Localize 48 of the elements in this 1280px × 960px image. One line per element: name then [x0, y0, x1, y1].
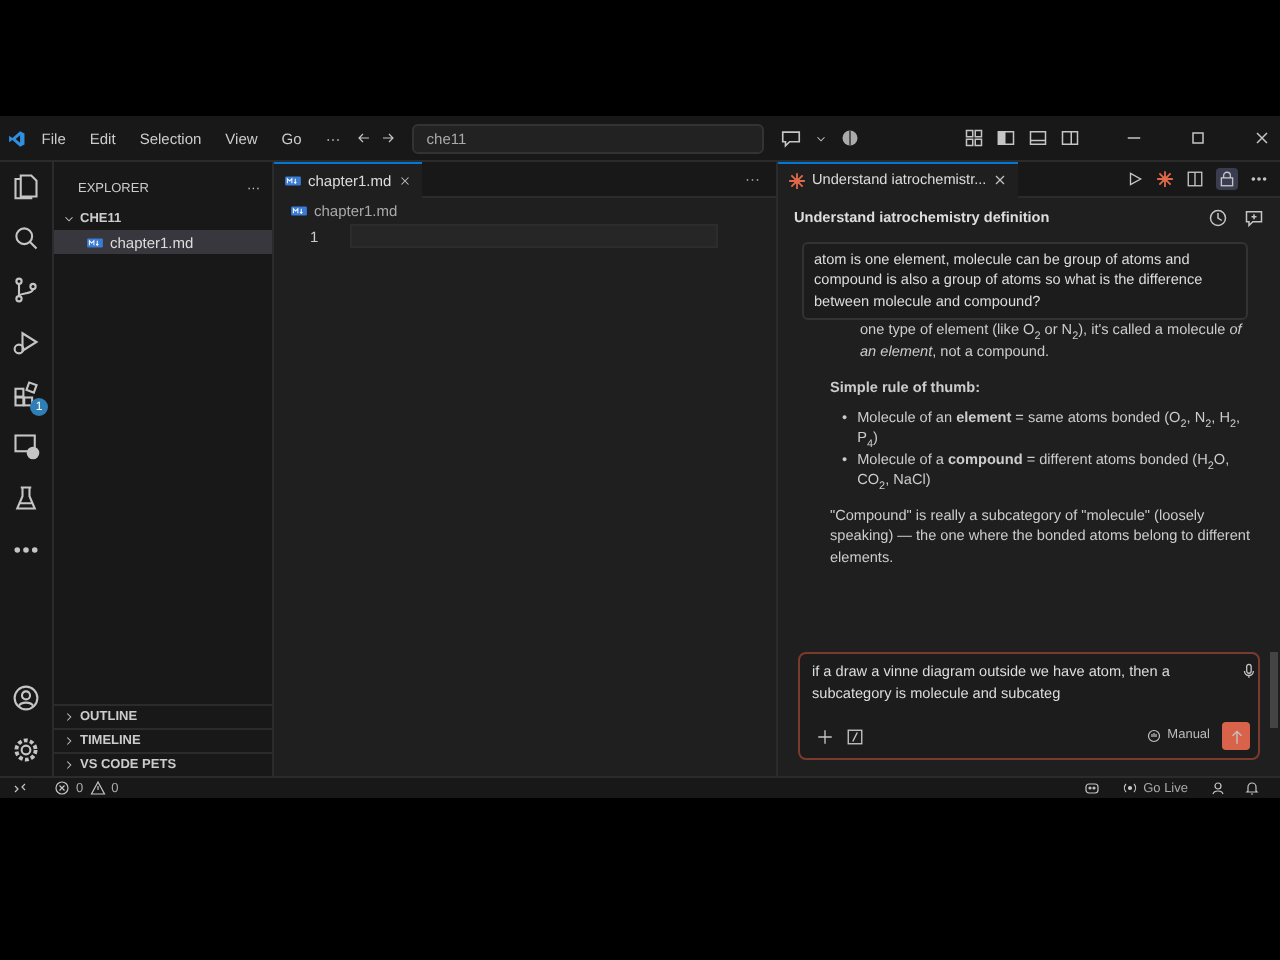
- run-debug-icon[interactable]: [12, 328, 40, 356]
- files-icon[interactable]: [12, 172, 40, 200]
- slash-command-icon[interactable]: [846, 727, 864, 745]
- bell-icon[interactable]: [1244, 780, 1260, 796]
- source-control-icon[interactable]: [12, 276, 40, 304]
- up-arrow-icon: [1227, 727, 1245, 745]
- starburst-icon: [788, 171, 806, 189]
- chevron-icon[interactable]: [62, 734, 76, 748]
- caret-icon[interactable]: [814, 131, 828, 145]
- vscode-logo-icon: [8, 127, 26, 149]
- new-chat-icon[interactable]: [1244, 208, 1264, 229]
- chevron-icon[interactable]: [62, 710, 76, 724]
- markdown-icon: [86, 233, 104, 251]
- remote-explorer-icon[interactable]: [12, 432, 40, 460]
- chat-bubble-icon[interactable]: [780, 127, 802, 149]
- secondary-sidebar-icon[interactable]: [1060, 128, 1080, 148]
- layout-icon[interactable]: [964, 128, 984, 148]
- account-icon[interactable]: [12, 684, 40, 712]
- search-icon[interactable]: [12, 224, 40, 252]
- forward-arrow-icon[interactable]: [380, 128, 397, 148]
- panel-toggle-icon[interactable]: [1028, 128, 1048, 148]
- microphone-icon[interactable]: [1240, 662, 1258, 680]
- chevron-icon[interactable]: [62, 758, 76, 772]
- scrollbar-thumb[interactable]: [1270, 652, 1278, 728]
- back-arrow-icon[interactable]: [356, 128, 373, 148]
- warning-icon: [89, 780, 106, 796]
- lock-icon[interactable]: [1218, 170, 1236, 188]
- copilot-icon[interactable]: [1083, 780, 1100, 796]
- play-icon[interactable]: [1126, 170, 1144, 188]
- maximize-icon[interactable]: [1188, 128, 1208, 148]
- sidebar-toggle-icon[interactable]: [996, 128, 1016, 148]
- markdown-icon: [284, 171, 302, 189]
- close-icon[interactable]: [1252, 128, 1272, 148]
- account-icon[interactable]: [1210, 780, 1226, 796]
- close-icon[interactable]: [992, 172, 1009, 188]
- error-icon: [54, 780, 70, 796]
- chevron-icon[interactable]: [62, 212, 76, 226]
- extensions-icon[interactable]: [12, 380, 40, 408]
- starburst-icon[interactable]: [1156, 170, 1174, 188]
- testing-flask-icon[interactable]: [12, 484, 40, 512]
- markdown-icon: [290, 202, 308, 220]
- history-icon[interactable]: [1208, 208, 1228, 229]
- broadcast-icon: [1121, 780, 1138, 796]
- split-editor-icon[interactable]: [1186, 170, 1204, 188]
- add-icon[interactable]: [816, 727, 834, 745]
- close-icon[interactable]: [397, 173, 412, 187]
- remote-icon[interactable]: [12, 780, 28, 796]
- settings-icon[interactable]: [12, 736, 40, 764]
